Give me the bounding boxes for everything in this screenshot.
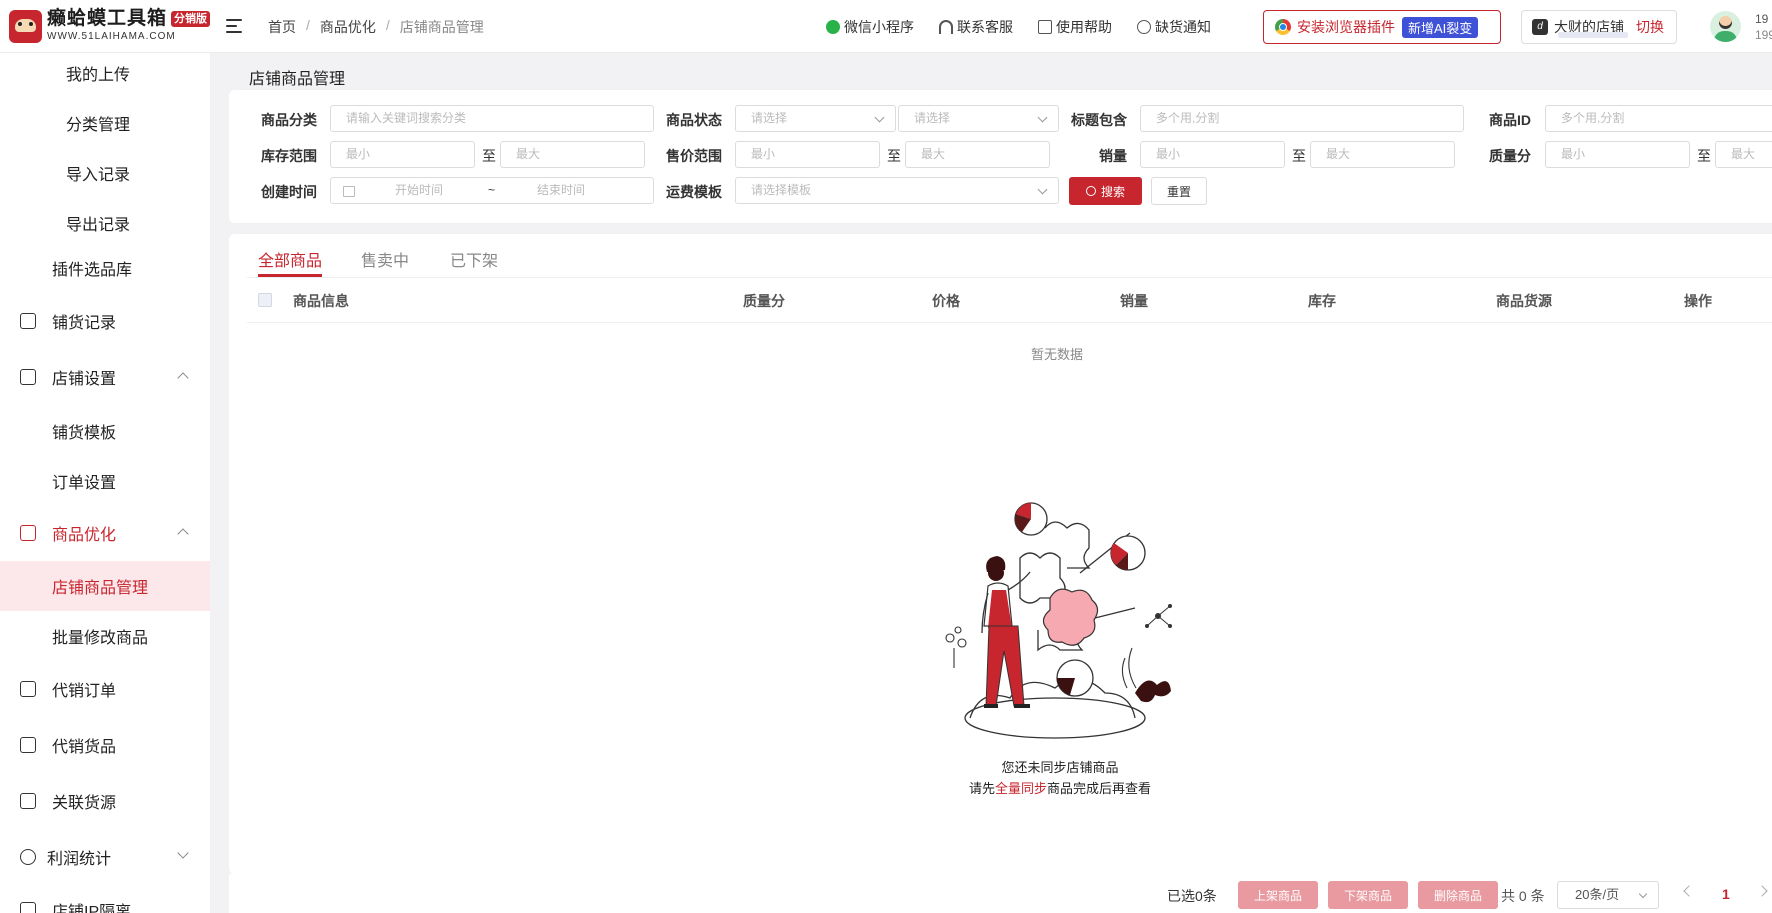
created-time-label: 创建时间 [261, 184, 317, 200]
column-stock: 库存 [1308, 293, 1336, 309]
sidebar-item-category[interactable]: 分类管理 [0, 98, 210, 148]
column-quality-score: 质量分 [743, 293, 785, 309]
active-tab-indicator [258, 274, 322, 277]
stock-range-label: 库存范围 [261, 148, 317, 164]
pie-chart-icon [20, 849, 36, 865]
page-title: 店铺商品管理 [249, 71, 346, 88]
avatar[interactable] [1710, 11, 1741, 42]
sidebar-item-my-uploads[interactable]: 我的上传 [0, 53, 210, 98]
bag-icon [20, 525, 36, 541]
shop-switch-button[interactable]: 切换 [1636, 17, 1664, 37]
empty-state-message: 您还未同步店铺商品 [1001, 760, 1119, 775]
category-search-input[interactable]: 请输入关键词搜索分类 [330, 105, 654, 132]
shipping-template-label: 运费模板 [666, 184, 722, 200]
sidebar-item-import-records[interactable]: 导入记录 [0, 148, 210, 198]
calendar-icon [343, 186, 355, 197]
list-products-button[interactable]: 上架商品 [1238, 881, 1318, 909]
price-min-input[interactable]: 最小 [735, 141, 880, 168]
page-number-current[interactable]: 1 [1722, 886, 1730, 902]
sidebar-item-linked-sources[interactable]: 关联货源 [0, 776, 210, 826]
product-id-label: 商品ID [1489, 112, 1531, 128]
shop-icon: d [1532, 19, 1548, 35]
toad-logo-icon [9, 9, 42, 43]
status-select-1[interactable]: 请选择 [735, 105, 896, 132]
sidebar-item-export-records[interactable]: 导出记录 [0, 198, 210, 248]
column-source: 商品货源 [1496, 293, 1552, 309]
sidebar-item-distribution-records[interactable]: 铺货记录 [0, 296, 210, 346]
delist-products-button[interactable]: 下架商品 [1328, 881, 1408, 909]
link-icon [20, 793, 36, 809]
stock-max-input[interactable]: 最大 [500, 141, 645, 168]
brand-name: 癞蛤蟆工具箱 [47, 8, 168, 29]
breadcrumb-home[interactable]: 首页 [268, 17, 296, 37]
tab-off-shelf[interactable]: 已下架 [450, 247, 498, 271]
record-icon [20, 313, 36, 329]
total-count: 共 0 条 [1501, 888, 1545, 904]
tab-on-sale[interactable]: 售卖中 [361, 247, 409, 271]
chevron-up-icon [177, 372, 189, 384]
sidebar-item-product-optimize[interactable]: 商品优化 [0, 508, 210, 558]
menu-fold-icon[interactable] [226, 17, 244, 35]
clipboard-icon [20, 681, 36, 697]
quality-max-input[interactable]: 最大 [1715, 141, 1772, 168]
brand-url: WWW.51LAIHAMA.COM [47, 31, 176, 42]
shop-selector: d 大财的店铺 切换 [1521, 10, 1677, 44]
sidebar: 我的上传 分类管理 导入记录 导出记录 插件选品库 铺货记录 店铺设置 铺货模板… [0, 53, 210, 913]
sidebar-item-consign-goods[interactable]: 代销货品 [0, 720, 210, 770]
quality-label: 质量分 [1489, 148, 1531, 164]
full-sync-link[interactable]: 全量同步 [995, 781, 1047, 796]
sidebar-item-shop-products[interactable]: 店铺商品管理 [0, 561, 210, 611]
select-all-checkbox[interactable] [258, 293, 272, 307]
end-date-input[interactable]: 结束时间 [537, 178, 585, 203]
delete-products-button[interactable]: 删除商品 [1418, 881, 1498, 909]
shield-icon [20, 902, 36, 913]
stock-min-input[interactable]: 最小 [330, 141, 475, 168]
sidebar-item-distribution-template[interactable]: 铺货模板 [0, 406, 210, 456]
chrome-icon [1275, 19, 1291, 35]
sidebar-item-batch-edit[interactable]: 批量修改商品 [0, 611, 210, 661]
brand-badge: 分销版 [171, 11, 211, 27]
empty-state-hint: 请先全量同步商品完成后再查看 [968, 781, 1152, 796]
product-id-input[interactable]: 多个用,分割 [1545, 105, 1772, 132]
sidebar-item-profit-stats[interactable]: 利润统计 [0, 832, 210, 882]
column-product-info: 商品信息 [293, 293, 349, 309]
box-icon [20, 737, 36, 753]
status-label: 商品状态 [666, 112, 722, 128]
sidebar-item-consign-orders[interactable]: 代销订单 [0, 664, 210, 714]
chevron-up-icon [177, 528, 189, 540]
page-size-select[interactable]: 20条/页 [1557, 881, 1659, 909]
category-label: 商品分类 [261, 112, 317, 128]
brand-logo[interactable]: 癞蛤蟆工具箱 分销版 WWW.51LAIHAMA.COM [9, 8, 211, 43]
tab-all-products[interactable]: 全部商品 [258, 247, 322, 271]
price-range-label: 售价范围 [666, 148, 722, 164]
sales-max-input[interactable]: 最大 [1310, 141, 1455, 168]
breadcrumb-product-optimize[interactable]: 商品优化 [320, 17, 376, 37]
install-plugin-button[interactable]: 安装浏览器插件 新增AI裂变 [1263, 10, 1501, 44]
shop-settings-icon [20, 369, 36, 385]
created-date-range[interactable]: 开始时间 ~ 结束时间 [330, 177, 654, 204]
breadcrumb: 首页 / 商品优化 / 店铺商品管理 [268, 17, 484, 37]
sidebar-item-order-settings[interactable]: 订单设置 [0, 456, 210, 506]
sidebar-item-shop-settings[interactable]: 店铺设置 [0, 352, 210, 402]
sidebar-item-plugin-library[interactable]: 插件选品库 [0, 243, 210, 293]
sidebar-item-ip-isolation[interactable]: 店铺IP隔离 [0, 885, 210, 913]
start-date-input[interactable]: 开始时间 [395, 178, 443, 203]
breadcrumb-current: 店铺商品管理 [399, 19, 484, 35]
quality-min-input[interactable]: 最小 [1545, 141, 1690, 168]
column-actions: 操作 [1684, 293, 1712, 309]
wechat-icon [826, 20, 840, 34]
selected-count: 已选0条 [1167, 888, 1217, 904]
top-bar: 癞蛤蟆工具箱 分销版 WWW.51LAIHAMA.COM 首页 / 商品优化 / … [0, 0, 1772, 53]
chevron-down-icon [177, 847, 189, 859]
user-number: 19 199 [1755, 12, 1772, 42]
ai-tag: 新增AI裂变 [1402, 16, 1479, 38]
